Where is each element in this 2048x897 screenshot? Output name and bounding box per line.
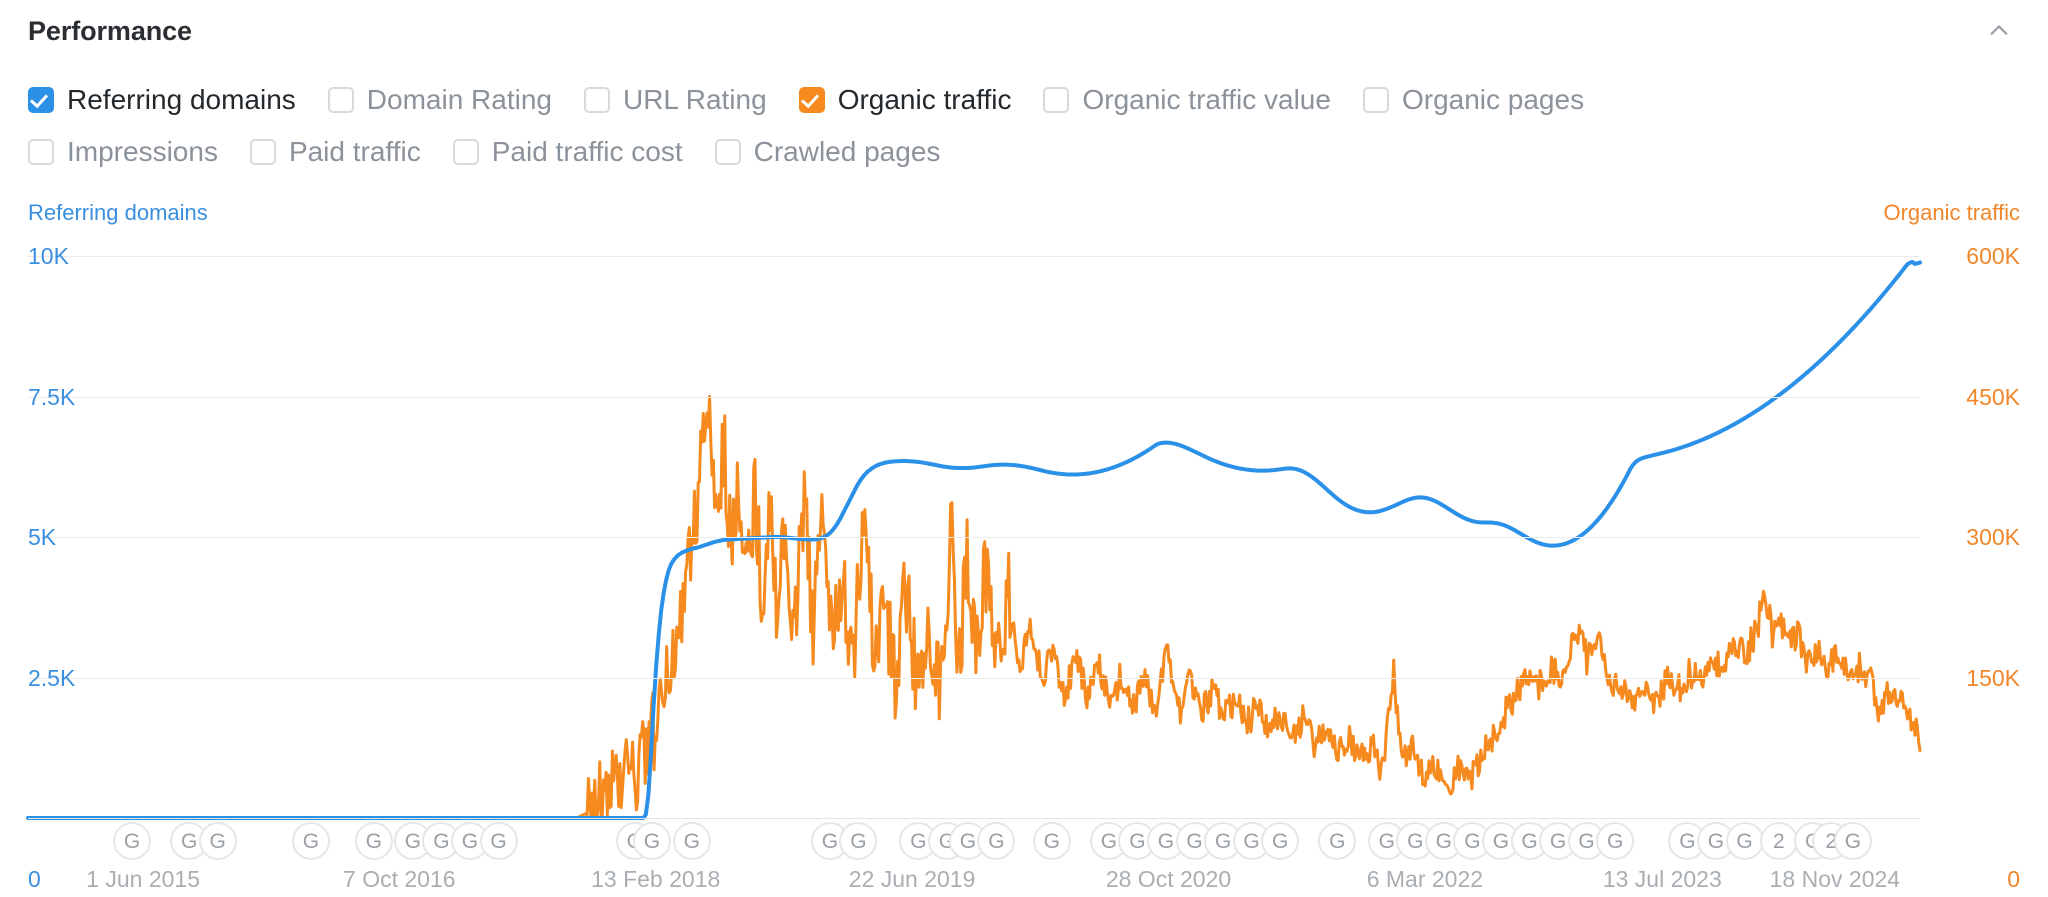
metric-label: Impressions [67,138,218,166]
x-axis-tick: 13 Jul 2023 [1603,868,1722,891]
metric-toggle-organic-pages[interactable]: Organic pages [1363,86,1584,114]
left-axis-tick: 7.5K [28,386,75,409]
x-axis-zero-left: 0 [28,868,41,891]
x-axis-zero-right: 0 [2007,868,2020,891]
x-axis-tick: 18 Nov 2024 [1770,868,1900,891]
x-axis-tick: 7 Oct 2016 [343,868,456,891]
google-update-badge[interactable]: G [355,822,393,860]
right-axis-tick: 600K [1966,245,2020,268]
right-axis-tick: 150K [1966,667,2020,690]
checkbox-organic-pages[interactable] [1363,87,1389,113]
metric-label: Organic traffic value [1082,86,1331,114]
google-update-markers: GGGGGGGGGGGGGGGGGGGGGGGGGGGGGGGGGGGGGGG2… [28,822,1920,864]
google-update-badge[interactable]: G [1261,822,1299,860]
checkbox-crawled-pages[interactable] [715,139,741,165]
metric-label: URL Rating [623,86,767,114]
right-axis-title: Organic traffic [1883,202,2020,224]
google-update-badge[interactable]: 2 [1760,822,1798,860]
metric-toggle-impressions[interactable]: Impressions [28,138,218,166]
referring-domains-line [28,262,1920,818]
x-axis-tick: 13 Feb 2018 [591,868,720,891]
check-icon [801,90,819,109]
google-update-badge[interactable]: G [113,822,151,860]
metric-toggle-url-rating[interactable]: URL Rating [584,86,767,114]
right-axis-tick: 450K [1966,386,2020,409]
metric-toggle-organic-traffic-value[interactable]: Organic traffic value [1043,86,1331,114]
performance-panel: Performance Referring domains Domain Rati… [0,0,2048,897]
google-update-badge[interactable]: G [1596,822,1634,860]
metric-label: Paid traffic cost [492,138,683,166]
metric-toggle-referring-domains[interactable]: Referring domains [28,86,296,114]
axis-baseline [28,818,1920,819]
google-update-badge[interactable]: G [1834,822,1872,860]
google-update-badge[interactable]: G [292,822,330,860]
google-update-badge[interactable]: G [633,822,671,860]
metric-label: Paid traffic [289,138,421,166]
metric-toggle-paid-traffic-cost[interactable]: Paid traffic cost [453,138,683,166]
panel-header: Performance [0,0,2048,62]
page-title: Performance [28,18,192,45]
checkbox-domain-rating[interactable] [328,87,354,113]
left-axis-tick: 5K [28,526,56,549]
metric-label: Organic pages [1402,86,1584,114]
google-update-badge[interactable]: G [977,822,1015,860]
gridline [28,678,1920,679]
metric-label: Referring domains [67,86,296,114]
google-update-badge[interactable]: G [1318,822,1356,860]
performance-chart[interactable]: 10K7.5K5K2.5K 600K450K300K150K GGGGGGGGG… [0,240,2048,897]
checkbox-paid-traffic[interactable] [250,139,276,165]
google-update-badge[interactable]: G [839,822,877,860]
metric-toggle-domain-rating[interactable]: Domain Rating [328,86,552,114]
gridline [28,397,1920,398]
checkbox-organic-traffic[interactable] [799,87,825,113]
checkbox-paid-traffic-cost[interactable] [453,139,479,165]
checkbox-referring-domains[interactable] [28,87,54,113]
checkbox-url-rating[interactable] [584,87,610,113]
metric-toggles: Referring domains Domain Rating URL Rating… [28,74,2018,178]
left-axis-tick: 10K [28,245,69,268]
check-icon [30,90,48,109]
gridline [28,256,1920,257]
metric-label: Organic traffic [838,86,1012,114]
chevron-up-icon [1988,20,2010,42]
metric-label: Crawled pages [754,138,941,166]
gridline [28,537,1920,538]
metric-label: Domain Rating [367,86,552,114]
x-axis-tick: 1 Jun 2015 [86,868,200,891]
metric-toggle-organic-traffic[interactable]: Organic traffic [799,86,1012,114]
google-update-badge[interactable]: G [480,822,518,860]
x-axis-tick: 28 Oct 2020 [1106,868,1231,891]
checkbox-impressions[interactable] [28,139,54,165]
metric-toggle-crawled-pages[interactable]: Crawled pages [715,138,941,166]
google-update-badge[interactable]: G [199,822,237,860]
google-update-badge[interactable]: G [1033,822,1071,860]
collapse-panel-button[interactable] [1976,8,2022,54]
checkbox-organic-traffic-value[interactable] [1043,87,1069,113]
right-axis-tick: 300K [1966,526,2020,549]
left-axis-tick: 2.5K [28,667,75,690]
metric-row-secondary: Impressions Paid traffic Paid traffic cost… [28,126,2018,178]
x-axis-tick: 22 Jun 2019 [849,868,976,891]
x-axis-tick: 6 Mar 2022 [1367,868,1483,891]
metric-toggle-paid-traffic[interactable]: Paid traffic [250,138,421,166]
google-update-badge[interactable]: G [673,822,711,860]
metric-row-primary: Referring domains Domain Rating URL Rating… [28,74,2018,126]
google-update-badge[interactable]: G [1726,822,1764,860]
left-axis-title: Referring domains [28,202,208,224]
